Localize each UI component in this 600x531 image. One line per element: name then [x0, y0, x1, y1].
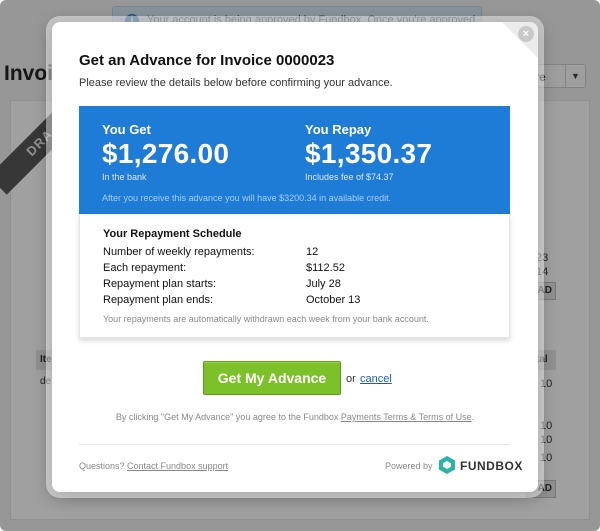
advance-modal: × Get an Advance for Invoice 0000023 Ple… — [52, 22, 538, 492]
schedule-footnote: Your repayments are automatically withdr… — [103, 314, 429, 324]
fundbox-logo-icon — [439, 456, 455, 474]
close-icon[interactable]: × — [518, 26, 534, 42]
schedule-label: Each repayment: — [103, 262, 187, 274]
powered-by-label: Powered by — [385, 461, 433, 471]
you-get-label: You Get — [102, 122, 151, 137]
brand-name: FUNDBOX — [460, 459, 523, 473]
schedule-value: October 13 — [306, 294, 361, 306]
get-my-advance-button[interactable]: Get My Advance — [203, 361, 341, 395]
schedule-label: Repayment plan ends: — [103, 294, 214, 306]
modal-subtitle: Please review the details below before c… — [79, 77, 393, 89]
repayment-schedule: Your Repayment Schedule Number of weekly… — [79, 214, 510, 338]
cancel-link[interactable]: cancel — [360, 373, 392, 385]
you-repay-note: Includes fee of $74.37 — [305, 172, 394, 182]
available-credit-note: After you receive this advance you will … — [102, 193, 392, 203]
questions-text: Questions? Contact Fundbox support — [79, 461, 228, 471]
you-repay-label: You Repay — [305, 122, 372, 137]
you-get-note: In the bank — [102, 172, 147, 182]
schedule-label: Repayment plan starts: — [103, 278, 217, 290]
or-text: or — [346, 373, 356, 385]
schedule-label: Number of weekly repayments: — [103, 246, 255, 258]
schedule-value: 12 — [306, 246, 319, 258]
terms-notice: By clicking "Get My Advance" you agree t… — [52, 412, 538, 422]
support-link[interactable]: Contact Fundbox support — [127, 461, 228, 471]
questions-prefix: Questions? — [79, 461, 128, 471]
you-repay-amount: $1,350.37 — [305, 138, 433, 169]
footer-divider — [79, 444, 510, 445]
schedule-value: July 28 — [306, 278, 341, 290]
terms-prefix: By clicking "Get My Advance" you agree t… — [115, 412, 341, 422]
schedule-title: Your Repayment Schedule — [103, 228, 242, 240]
modal-title: Get an Advance for Invoice 0000023 — [79, 52, 335, 69]
schedule-value: $112.52 — [306, 262, 345, 274]
you-get-amount: $1,276.00 — [102, 138, 230, 169]
terms-link[interactable]: Payments Terms & Terms of Use — [341, 412, 472, 422]
terms-suffix: . — [471, 412, 475, 422]
advance-summary: You Get $1,276.00 In the bank You Repay … — [79, 106, 510, 214]
